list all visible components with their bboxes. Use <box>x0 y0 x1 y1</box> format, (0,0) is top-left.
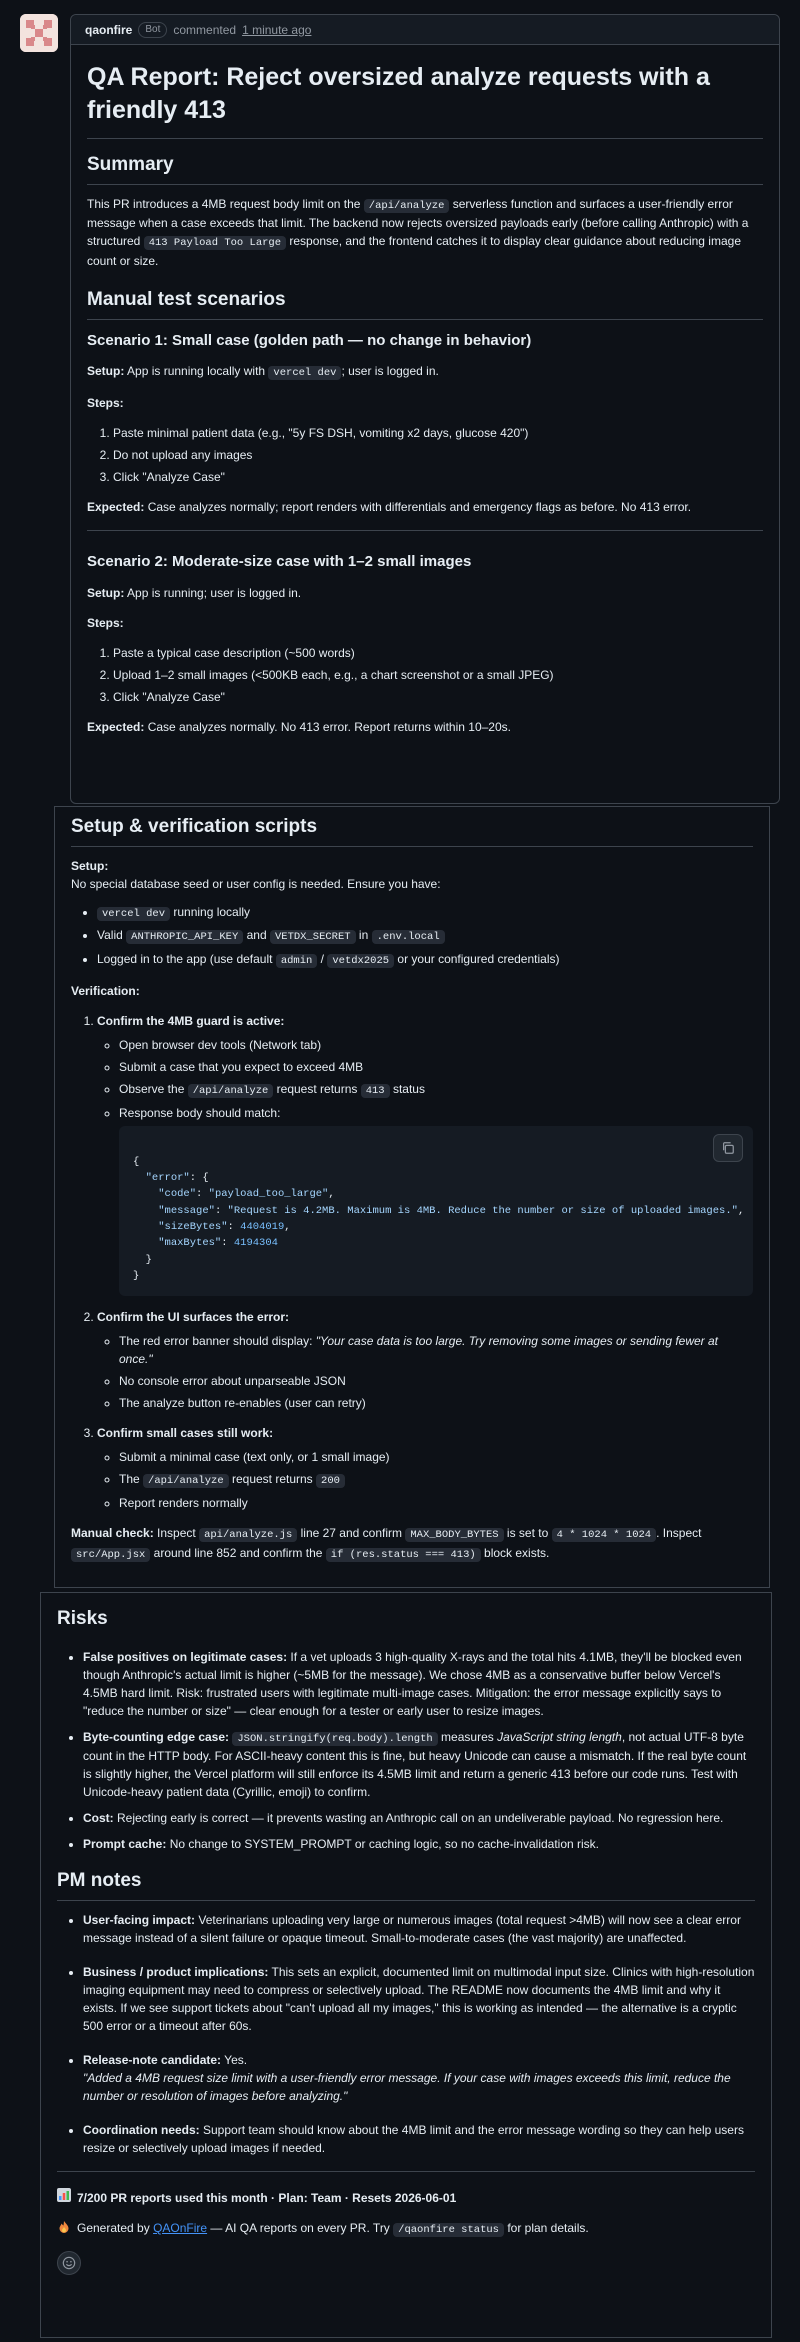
comment-panel-risks: Risks False positives on legitimate case… <box>40 1592 772 2338</box>
chart-icon <box>57 2188 71 2207</box>
list-item: Logged in to the app (use default admin … <box>97 950 753 970</box>
list-item: False positives on legitimate cases: If … <box>83 1648 755 1720</box>
comment-panel-setup: Setup & verification scripts Setup: No s… <box>54 806 770 1588</box>
list-item: Response body should match: { "error": {… <box>119 1104 753 1297</box>
verification-steps: Confirm the 4MB guard is active: Open br… <box>71 1012 753 1512</box>
list-item: Release-note candidate: Yes."Added a 4MB… <box>83 2051 755 2105</box>
list-item: Upload 1–2 small images (<500KB each, e.… <box>113 666 763 684</box>
list-item: The /api/analyze request returns 200 <box>119 1470 753 1490</box>
list-item: Click "Analyze Case" <box>113 468 763 486</box>
list-item: Open browser dev tools (Network tab) <box>119 1036 753 1054</box>
setup-heading: Setup & verification scripts <box>71 815 753 847</box>
scenario1-steps: Paste minimal patient data (e.g., "5y FS… <box>87 424 763 486</box>
verification-label: Verification: <box>71 983 140 998</box>
list-item: Coordination needs: Support team should … <box>83 2121 755 2157</box>
list-item: The analyze button re-enables (user can … <box>119 1394 753 1412</box>
json-code-block: { "error": { "code": "payload_too_large"… <box>119 1125 753 1297</box>
copy-button[interactable] <box>713 1133 743 1162</box>
generated-by-line: Generated by QAOnFire — AI QA reports on… <box>57 2219 755 2239</box>
setup-requirements: vercel dev running locally Valid ANTHROP… <box>71 903 753 970</box>
list-item: Observe the /api/analyze request returns… <box>119 1080 753 1100</box>
report-title: QA Report: Reject oversized analyze requ… <box>87 61 763 139</box>
scenario2-steps-label: Steps: <box>87 615 124 630</box>
list-item: Confirm the UI surfaces the error: The r… <box>97 1308 753 1412</box>
smiley-icon <box>62 2256 76 2270</box>
bot-badge: Bot <box>138 21 168 38</box>
identicon-icon <box>20 14 58 52</box>
list-item: Report renders normally <box>119 1494 753 1512</box>
risks-heading: Risks <box>57 1608 108 1629</box>
list-item: Business / product implications: This se… <box>83 1963 755 2035</box>
pm-heading: PM notes <box>57 1869 755 1902</box>
list-item: Confirm small cases still work: Submit a… <box>97 1424 753 1512</box>
list-item: Paste a typical case description (~500 w… <box>113 644 763 662</box>
scenario1-setup: Setup: App is running locally with verce… <box>87 364 439 381</box>
list-item: Valid ANTHROPIC_API_KEY and VETDX_SECRET… <box>97 926 753 946</box>
scenario1-expected: Expected: Case analyzes normally; report… <box>87 500 692 515</box>
summary-text: This PR introduces a 4MB request body li… <box>87 196 749 269</box>
list-item: Prompt cache: No change to SYSTEM_PROMPT… <box>83 1835 755 1853</box>
scenario1-title: Scenario 1: Small case (golden path — no… <box>87 331 532 349</box>
scenario2-expected: Expected: Case analyzes normally. No 413… <box>87 719 511 734</box>
list-item: Click "Analyze Case" <box>113 688 763 706</box>
list-item: vercel dev running locally <box>97 903 753 923</box>
list-item: User-facing impact: Veterinarians upload… <box>83 1911 755 1947</box>
divider <box>87 530 763 532</box>
comment-panel-top: qaonfire Bot commented 1 minute ago QA R… <box>70 14 780 804</box>
summary-heading: Summary <box>87 153 763 185</box>
usage-line: 7/200 PR reports used this month · Plan:… <box>57 2188 755 2207</box>
list-item: Confirm the 4MB guard is active: Open br… <box>97 1012 753 1297</box>
avatar[interactable] <box>20 14 58 52</box>
list-item: Submit a minimal case (text only, or 1 s… <box>119 1448 753 1466</box>
pm-list: User-facing impact: Veterinarians upload… <box>57 1911 755 2157</box>
fire-icon <box>57 2220 71 2239</box>
list-item: Do not upload any images <box>113 446 763 464</box>
list-item: Submit a case that you expect to exceed … <box>119 1058 753 1076</box>
manual-check: Manual check: Inspect api/analyze.js lin… <box>71 1525 702 1562</box>
add-reaction-button[interactable] <box>57 2250 81 2275</box>
comment-author[interactable]: qaonfire <box>85 21 132 39</box>
risks-list: False positives on legitimate cases: If … <box>57 1648 755 1854</box>
comment-action: commented <box>173 22 237 37</box>
copy-icon <box>723 1141 734 1154</box>
divider <box>57 2171 755 2173</box>
scenario2-setup: Setup: App is running; user is logged in… <box>87 585 302 600</box>
list-item: Cost: Rejecting early is correct — it pr… <box>83 1809 755 1827</box>
comment-timestamp[interactable]: 1 minute ago <box>242 21 311 39</box>
comment-header: qaonfire Bot commented 1 minute ago <box>71 15 779 45</box>
manual-heading: Manual test scenarios <box>87 288 763 320</box>
scenario2-steps: Paste a typical case description (~500 w… <box>87 644 763 706</box>
scenario1-steps-label: Steps: <box>87 396 124 411</box>
qaonfire-link[interactable]: QAOnFire <box>153 2221 207 2235</box>
list-item: The red error banner should display: "Yo… <box>119 1332 753 1368</box>
setup-intro: Setup: No special database seed or user … <box>71 858 441 891</box>
scenario2-title: Scenario 2: Moderate-size case with 1–2 … <box>87 553 472 571</box>
list-item: Paste minimal patient data (e.g., "5y FS… <box>113 424 763 442</box>
list-item: No console error about unparseable JSON <box>119 1372 753 1390</box>
list-item: Byte-counting edge case: JSON.stringify(… <box>83 1728 755 1802</box>
